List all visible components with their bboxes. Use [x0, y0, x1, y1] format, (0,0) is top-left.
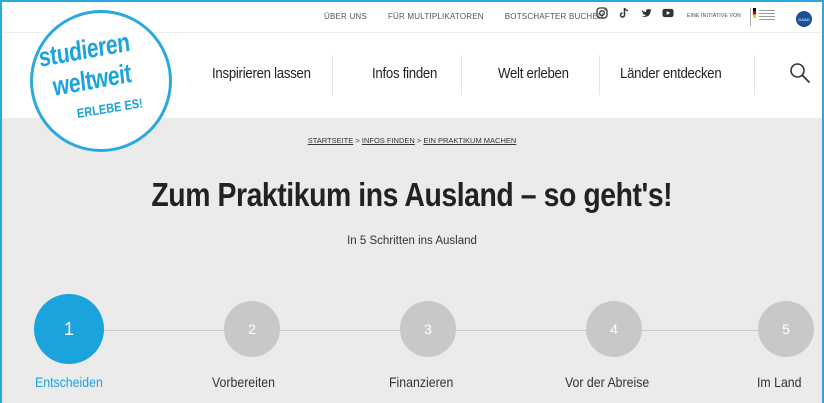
step-connector	[280, 330, 400, 331]
step-1-label[interactable]: Entscheiden	[35, 374, 103, 390]
step-connector	[456, 330, 586, 331]
site-logo[interactable]: studieren weltweit ERLEBE ES!	[30, 10, 172, 152]
instagram-icon[interactable]	[596, 7, 608, 19]
page-subtitle: In 5 Schritten ins Ausland	[347, 235, 477, 247]
flag-icon	[753, 8, 756, 18]
youtube-icon[interactable]	[662, 7, 674, 19]
link-botschafter-buchen[interactable]: BOTSCHAFTER BUCHEN	[505, 12, 604, 21]
breadcrumb-home[interactable]: STARTSEITE	[308, 136, 354, 145]
nav-item-laender[interactable]: Länder entdecken	[620, 65, 722, 82]
twitter-icon[interactable]	[640, 7, 652, 19]
hero-section: STARTSEITE > INFOS FINDEN > EIN PRAKTIKU…	[2, 118, 822, 403]
browser-frame: ÜBER UNS FÜR MULTIPLIKATOREN BOTSCHAFTER…	[0, 0, 824, 403]
nav-divider	[461, 55, 462, 95]
step-3-circle[interactable]: 3	[400, 301, 456, 357]
tiktok-icon[interactable]	[618, 7, 630, 19]
step-4-label[interactable]: Vor der Abreise	[565, 374, 649, 390]
breadcrumb-separator: >	[355, 136, 360, 145]
logo-tagline: ERLEBE ES!	[76, 95, 144, 121]
ministry-logo[interactable]	[750, 8, 776, 26]
social-links	[596, 7, 674, 19]
page-title: Zum Praktikum ins Ausland – so geht's!	[2, 176, 822, 214]
step-4-circle[interactable]: 4	[586, 301, 642, 357]
breadcrumb-separator: >	[416, 136, 422, 145]
step-2-label[interactable]: Vorbereiten	[212, 374, 275, 390]
page-title-text: Zum Praktikum ins Ausland – so geht's!	[151, 176, 673, 213]
step-3-label[interactable]: Finanzieren	[389, 374, 453, 390]
step-1-circle[interactable]: 1	[34, 294, 104, 364]
nav-divider	[599, 55, 600, 95]
nav-item-infos[interactable]: Infos finden	[372, 65, 437, 82]
step-2-circle[interactable]: 2	[224, 301, 280, 357]
step-5-label[interactable]: Im Land	[757, 374, 802, 390]
nav-divider	[332, 55, 333, 95]
search-icon[interactable]	[788, 61, 812, 85]
step-connector	[104, 330, 224, 331]
nav-divider	[754, 55, 755, 95]
breadcrumb-current[interactable]: EIN PRAKTIKUM MACHEN	[423, 136, 516, 145]
breadcrumb-infos[interactable]: INFOS FINDEN	[362, 136, 415, 145]
initiative-text: EINE INITIATIVE VON	[687, 13, 741, 19]
nav-item-inspirieren[interactable]: Inspirieren lassen	[212, 65, 311, 82]
step-5-circle[interactable]: 5	[758, 301, 814, 357]
utility-links: ÜBER UNS FÜR MULTIPLIKATOREN BOTSCHAFTER…	[324, 12, 604, 21]
link-ueber-uns[interactable]: ÜBER UNS	[324, 12, 367, 21]
link-fuer-multiplikatoren[interactable]: FÜR MULTIPLIKATOREN	[388, 12, 484, 21]
nav-item-welt[interactable]: Welt erleben	[498, 65, 569, 82]
daad-logo[interactable]: DAAD	[796, 11, 812, 27]
step-connector	[642, 330, 758, 331]
